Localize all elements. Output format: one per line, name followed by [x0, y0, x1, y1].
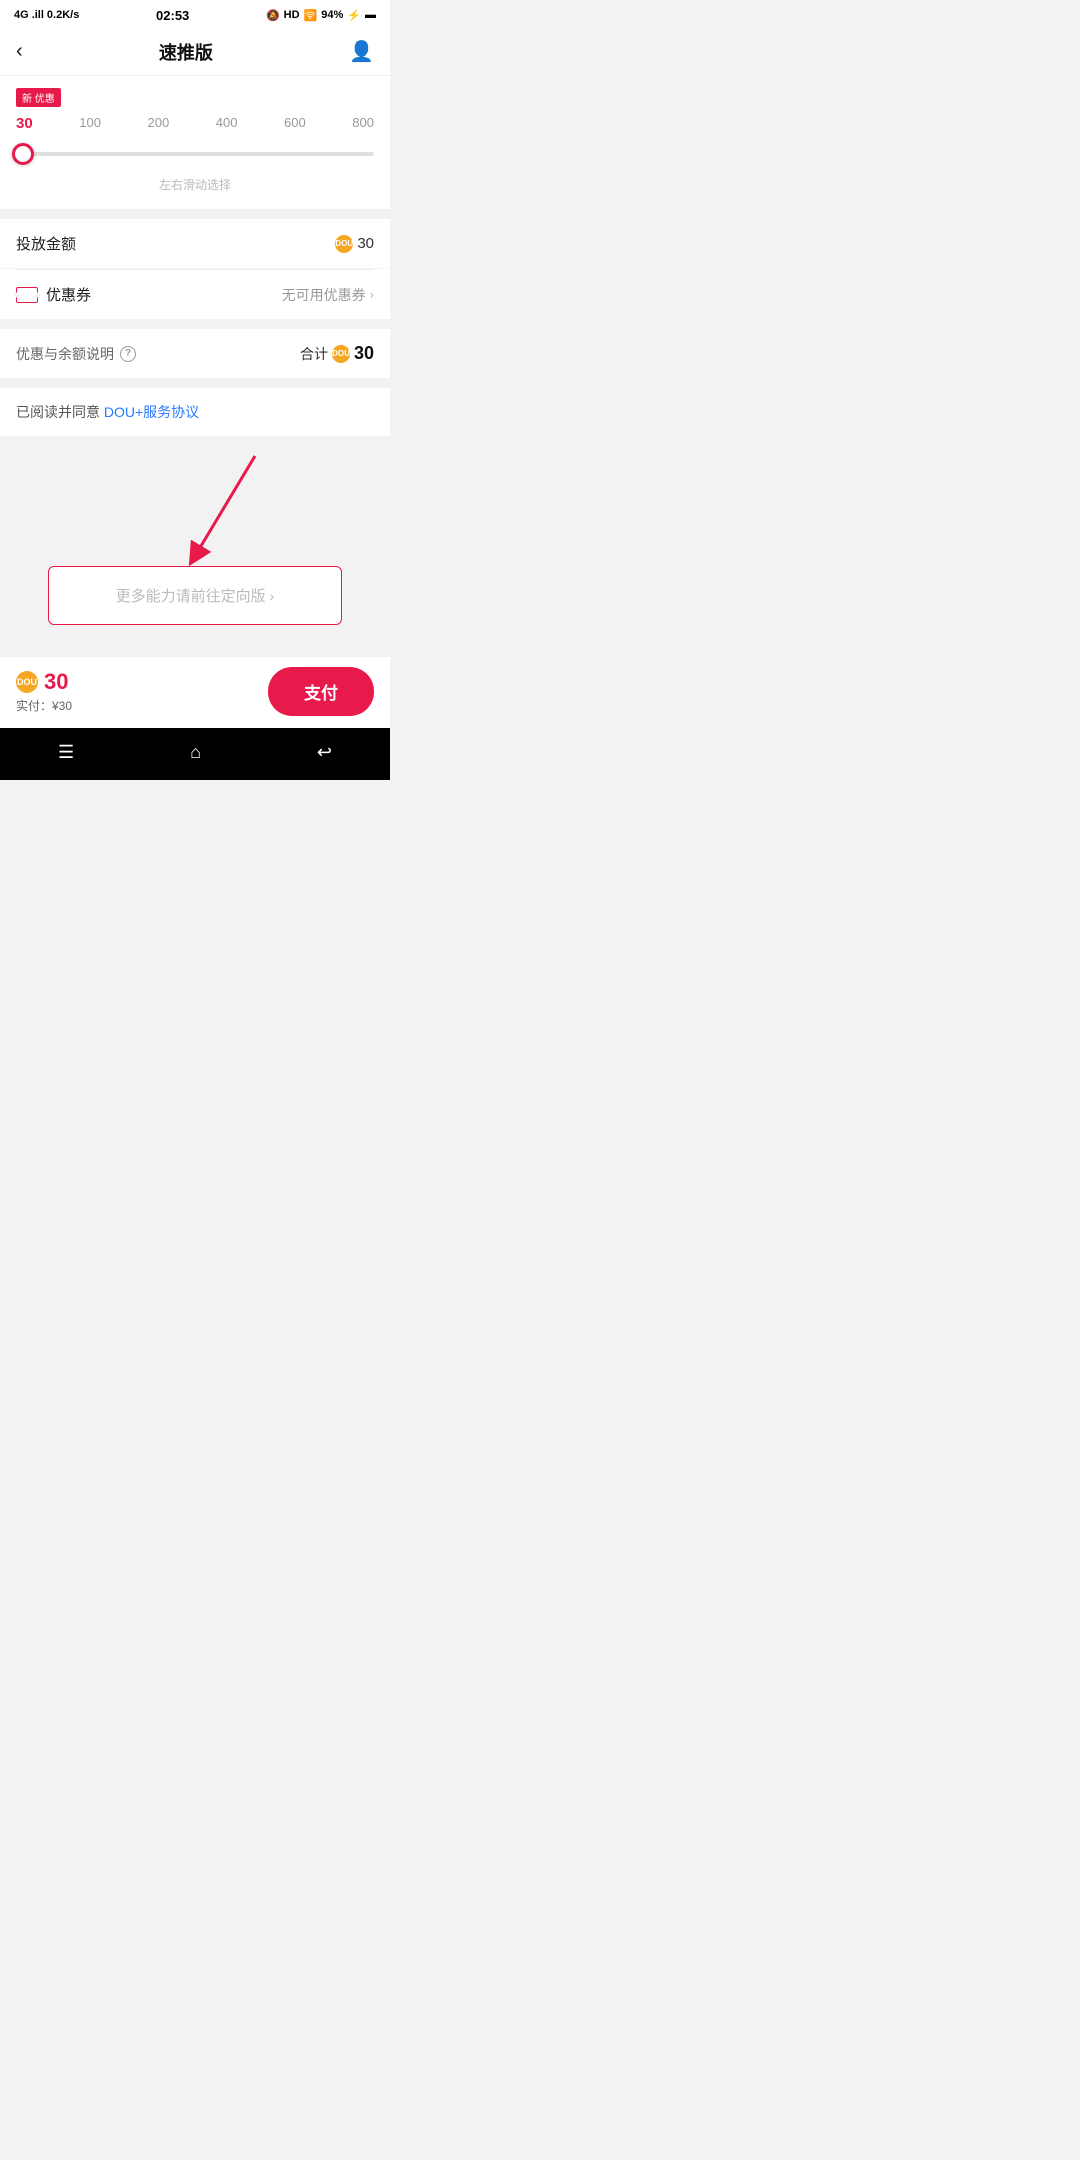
battery-level: 94% — [321, 9, 343, 21]
amount-row-right: DOU 30 — [335, 235, 374, 253]
slider-track-wrap[interactable] — [16, 140, 374, 168]
signal-bars: .ill — [32, 9, 44, 21]
agreement-link[interactable]: DOU+服务协议 — [104, 404, 199, 420]
more-btn-wrap: 更多能力请前往定向版 › — [16, 566, 374, 625]
nav-bar: ☰ ⌂ ↩ — [0, 728, 390, 780]
amount-label: 投放金额 — [16, 233, 76, 254]
coupon-value: 无可用优惠券 — [282, 285, 366, 305]
coupon-label: 优惠券 — [46, 284, 91, 305]
home-icon[interactable]: ⌂ — [190, 742, 201, 763]
promo-tag: 新 优惠 — [16, 88, 61, 107]
slider-val-30: 30 — [16, 115, 33, 132]
slider-val-400: 400 — [216, 115, 238, 132]
pay-button[interactable]: 支付 — [268, 667, 374, 716]
charging-icon: ⚡ — [347, 9, 361, 22]
discount-label: 优惠与余额说明 — [16, 344, 114, 364]
slider-val-800: 800 — [352, 115, 374, 132]
bell-icon: 🔕 — [266, 9, 280, 22]
slider-val-100: 100 — [79, 115, 101, 132]
info-icon[interactable]: ? — [120, 346, 136, 362]
signal-icon: 4G — [14, 9, 29, 21]
total-section: 优惠与余额说明 ? 合计 DOU 30 — [0, 329, 390, 378]
back-nav-icon[interactable]: ↩ — [317, 742, 332, 763]
coupon-icon — [16, 287, 38, 303]
amount-coupon-section: 投放金额 DOU 30 优惠券 无可用优惠券 › — [0, 219, 390, 319]
bottom-price: 30 — [44, 669, 68, 695]
bottom-bar: DOU 30 实付：¥30 支付 — [0, 656, 390, 728]
more-btn-chevron: › — [270, 588, 275, 604]
page-title: 速推版 — [159, 39, 213, 65]
dou-coin-icon: DOU — [335, 235, 353, 253]
coupon-row-left: 优惠券 — [16, 284, 91, 305]
slider-track — [16, 152, 374, 156]
coupon-row[interactable]: 优惠券 无可用优惠券 › — [0, 270, 390, 319]
slider-hint: 左右滑动选择 — [16, 176, 374, 193]
total-dou-coin-icon: DOU — [332, 345, 350, 363]
slider-thumb[interactable] — [12, 143, 34, 165]
bottom-actual-label: 实付：¥30 — [16, 697, 72, 714]
time-display: 02:53 — [156, 8, 189, 23]
total-row: 优惠与余额说明 ? 合计 DOU 30 — [16, 343, 374, 364]
menu-icon[interactable]: ☰ — [58, 742, 74, 763]
bottom-left: DOU 30 实付：¥30 — [16, 669, 72, 714]
status-right: 🔕 HD 🛜 94% ⚡ ▬ — [266, 9, 376, 22]
total-label: 合计 — [300, 344, 328, 364]
total-value: 30 — [354, 343, 374, 364]
back-button[interactable]: ‹ — [16, 40, 23, 63]
wifi-icon: 🛜 — [304, 9, 318, 22]
status-bar: 4G .ill 0.2K/s 02:53 🔕 HD 🛜 94% ⚡ ▬ — [0, 0, 390, 28]
header: ‹ 速推版 👤 — [0, 28, 390, 76]
slider-val-600: 600 — [284, 115, 306, 132]
amount-row-left: 投放金额 — [16, 233, 76, 254]
user-icon[interactable]: 👤 — [349, 39, 374, 64]
annotation-arrow — [85, 446, 305, 576]
speed-indicator: 0.2K/s — [47, 9, 79, 21]
coupon-chevron: › — [370, 287, 374, 302]
battery-icon: ▬ — [365, 9, 376, 21]
amount-row: 投放金额 DOU 30 — [0, 219, 390, 269]
hd-label: HD — [284, 9, 300, 21]
annotation-area: 更多能力请前往定向版 › — [0, 446, 390, 656]
slider-section: 新 优惠 30 100 200 400 600 800 左右滑动选择 — [0, 76, 390, 209]
slider-labels: 30 100 200 400 600 800 — [16, 115, 374, 132]
total-left: 优惠与余额说明 ? — [16, 344, 136, 364]
coupon-row-right: 无可用优惠券 › — [282, 285, 374, 305]
total-right: 合计 DOU 30 — [300, 343, 374, 364]
bottom-price-row: DOU 30 — [16, 669, 72, 695]
slider-val-200: 200 — [147, 115, 169, 132]
amount-value: 30 — [357, 235, 374, 252]
bottom-dou-coin-icon: DOU — [16, 671, 38, 693]
status-left: 4G .ill 0.2K/s — [14, 9, 79, 21]
agreement-prefix: 已阅读并同意 — [16, 404, 104, 420]
more-btn-text: 更多能力请前往定向版 — [116, 585, 266, 606]
more-ability-button[interactable]: 更多能力请前往定向版 › — [48, 566, 342, 625]
agreement-section: 已阅读并同意 DOU+服务协议 — [0, 388, 390, 436]
